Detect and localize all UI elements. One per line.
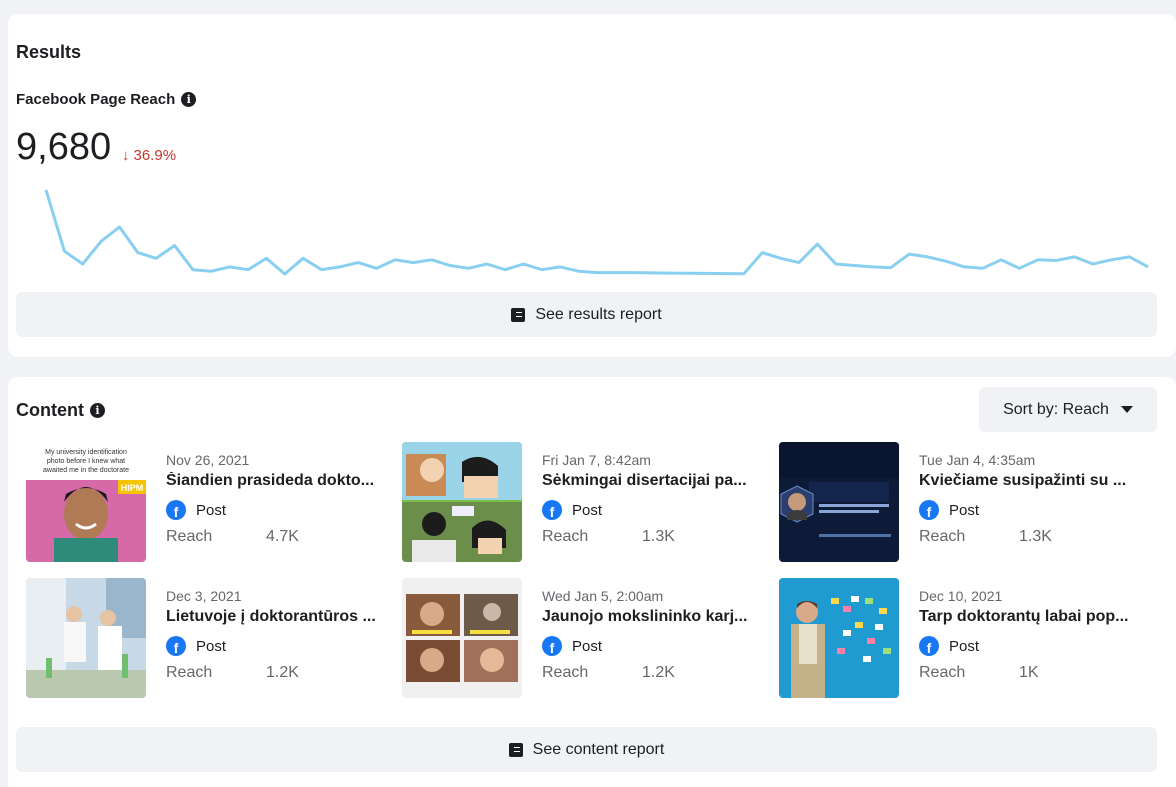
post-title[interactable]: Tarp doktorantų labai pop... <box>919 608 1139 626</box>
post-reach-value: 1.2K <box>266 664 299 681</box>
reach-change: ↓ 36.9% <box>122 147 176 164</box>
post-date: Tue Jan 4, 4:35am <box>919 452 1036 468</box>
info-icon[interactable]: i <box>89 403 105 418</box>
metric-title: Facebook Page Reach i <box>16 91 197 108</box>
see-results-report-label: See results report <box>535 305 662 323</box>
post-thumbnail[interactable] <box>779 578 899 698</box>
post-title[interactable]: Jaunojo mokslininko karj... <box>542 608 762 626</box>
post-reach-value: 4.7K <box>266 528 299 545</box>
post-date: Dec 3, 2021 <box>166 588 242 604</box>
report-icon <box>508 742 523 757</box>
post-type: f Post <box>919 500 979 520</box>
facebook-icon: f <box>919 500 939 520</box>
post-date: Fri Jan 7, 8:42am <box>542 452 651 468</box>
content-post-5[interactable]: Wed Jan 5, 2:00am Jaunojo mokslininko ka… <box>402 578 762 698</box>
facebook-icon: f <box>919 636 939 656</box>
reach-value: 9,680 <box>16 126 112 168</box>
post-title[interactable]: Lietuvoje į doktorantūros ... <box>166 608 386 626</box>
content-post-2[interactable]: Fri Jan 7, 8:42am Sėkmingai disertacijai… <box>402 442 762 562</box>
see-results-report-button[interactable]: See results report <box>16 292 1157 337</box>
post-thumbnail-image <box>402 578 522 698</box>
post-thumbnail[interactable] <box>779 442 899 562</box>
post-type: f Post <box>542 636 602 656</box>
reach-label: Reach <box>542 664 589 681</box>
post-thumbnail[interactable] <box>402 578 522 698</box>
post-title[interactable]: Sėkmingai disertacijai pa... <box>542 472 762 490</box>
post-reach-value: 1.3K <box>642 528 675 545</box>
svg-text:HIPM: HIPM <box>121 483 144 493</box>
post-thumbnail-image <box>402 442 522 562</box>
svg-text:photo before I knew what: photo before I knew what <box>47 458 125 465</box>
post-title[interactable]: Kviečiame susipažinti su ... <box>919 472 1139 490</box>
metric-label: Facebook Page Reach <box>16 91 176 108</box>
facebook-icon: f <box>542 636 562 656</box>
reach-line-chart <box>44 189 1149 276</box>
post-type-label: Post <box>572 501 603 519</box>
content-post-1[interactable]: My university identification photo befor… <box>26 442 386 562</box>
svg-text:My university identification: My university identification <box>45 449 127 456</box>
post-type-label: Post <box>949 501 980 519</box>
post-thumbnail-image: My university identification photo befor… <box>26 442 146 562</box>
svg-text:awaited me in the doctorate: awaited me in the doctorate <box>43 467 129 474</box>
reach-label: Reach <box>919 664 966 681</box>
post-thumbnail[interactable] <box>402 442 522 562</box>
results-title: Results <box>16 42 82 62</box>
reach-label: Reach <box>166 528 213 545</box>
reach-label: Reach <box>542 528 589 545</box>
content-post-3[interactable]: Tue Jan 4, 4:35am Kviečiame susipažinti … <box>779 442 1139 562</box>
post-thumbnail-image <box>779 578 899 698</box>
reach-label: Reach <box>919 528 966 545</box>
post-reach-value: 1.2K <box>642 664 675 681</box>
post-reach-value: 1.3K <box>1019 528 1052 545</box>
facebook-icon: f <box>166 500 186 520</box>
post-type: f Post <box>919 636 979 656</box>
content-post-6[interactable]: Dec 10, 2021 Tarp doktorantų labai pop..… <box>779 578 1139 698</box>
report-icon <box>511 307 526 322</box>
see-content-report-button[interactable]: See content report <box>16 727 1157 772</box>
post-thumbnail-image <box>779 442 899 562</box>
reach-change-value: 36.9% <box>133 147 177 164</box>
post-type: f Post <box>166 636 226 656</box>
post-date: Wed Jan 5, 2:00am <box>542 588 664 604</box>
content-card: Content i Sort by: Reach My university i… <box>8 377 1176 787</box>
info-icon[interactable]: i <box>181 92 197 107</box>
reach-label: Reach <box>166 664 213 681</box>
content-post-4[interactable]: Dec 3, 2021 Lietuvoje į doktorantūros ..… <box>26 578 386 698</box>
sort-dropdown[interactable]: Sort by: Reach <box>979 387 1157 432</box>
post-date: Dec 10, 2021 <box>919 588 1003 604</box>
caret-down-icon <box>1120 406 1133 413</box>
results-card: Results Facebook Page Reach i 9,680 ↓ 36… <box>8 14 1176 357</box>
post-date: Nov 26, 2021 <box>166 452 250 468</box>
post-type-label: Post <box>949 637 980 655</box>
facebook-icon: f <box>542 500 562 520</box>
content-title-label: Content <box>16 400 84 420</box>
post-thumbnail[interactable]: My university identification photo befor… <box>26 442 146 562</box>
facebook-icon: f <box>166 636 186 656</box>
content-title: Content i <box>16 400 105 421</box>
arrow-down-icon: ↓ <box>122 147 130 164</box>
post-type-label: Post <box>572 637 603 655</box>
post-type-label: Post <box>196 637 227 655</box>
post-reach-value: 1K <box>1019 664 1039 681</box>
see-content-report-label: See content report <box>532 740 665 758</box>
post-type-label: Post <box>196 501 227 519</box>
post-type: f Post <box>542 500 602 520</box>
sort-label: Sort by: Reach <box>1003 400 1109 418</box>
post-type: f Post <box>166 500 226 520</box>
post-title[interactable]: Šiandien prasideda dokto... <box>166 472 386 490</box>
post-thumbnail-image <box>26 578 146 698</box>
post-thumbnail[interactable] <box>26 578 146 698</box>
reach-series-line <box>44 189 1149 276</box>
